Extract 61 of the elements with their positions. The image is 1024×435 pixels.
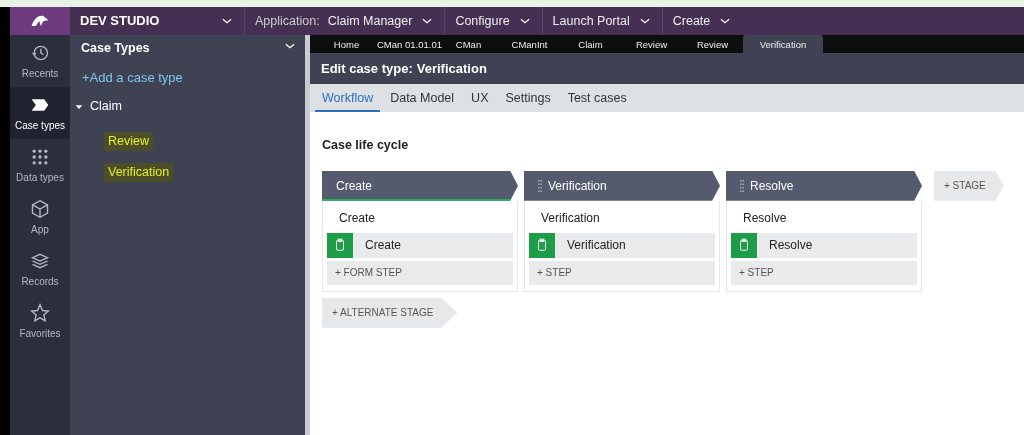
tab[interactable]: Workflow	[315, 84, 381, 112]
tree-item[interactable]: Verification	[104, 162, 174, 182]
stage-name: Resolve	[750, 177, 794, 195]
tab[interactable]: UX	[464, 84, 496, 112]
tab[interactable]: Settings	[498, 84, 558, 112]
studio-title: DEV STUDIO	[80, 12, 160, 31]
step-name: Verification	[567, 237, 626, 255]
add-step-button[interactable]: + STEP	[529, 260, 715, 285]
stage-header[interactable]: Resolve	[726, 170, 922, 201]
document-tab[interactable]: CManInt	[499, 35, 560, 53]
nav-item[interactable]: Data types	[10, 139, 70, 191]
step-name: Resolve	[769, 237, 813, 255]
menu-label: Create	[672, 12, 711, 30]
clipboard-icon	[737, 238, 751, 253]
step-row[interactable]: Create	[327, 232, 513, 258]
tree-item[interactable]: Claim	[90, 97, 122, 116]
clock-icon	[29, 43, 51, 63]
menu-label: Application:	[255, 12, 320, 30]
drag-handle-icon	[538, 179, 542, 192]
menu-value: Claim Manager	[327, 12, 413, 30]
header-menu[interactable]: Create	[662, 7, 743, 35]
menu-label: Launch Portal	[552, 12, 630, 30]
cube-icon	[29, 199, 51, 219]
document-tab[interactable]: Review	[682, 35, 743, 53]
add-step-button[interactable]: + STEP	[731, 260, 917, 285]
menu-label: Configure	[455, 12, 510, 30]
stage-header[interactable]: Create	[322, 170, 518, 201]
panel-title: Case Types	[81, 40, 150, 57]
nav-item[interactable]: Favorites	[10, 295, 70, 347]
step-name: Create	[365, 237, 402, 255]
section-title: Case life cycle	[322, 137, 410, 154]
stage-header[interactable]: Verification	[524, 170, 720, 201]
tab[interactable]: Test cases	[560, 84, 634, 112]
process-name: Resolve	[742, 209, 788, 227]
drag-handle-icon	[740, 179, 744, 192]
star-icon	[29, 303, 51, 323]
document-tab[interactable]: Claim	[560, 35, 621, 53]
document-tab[interactable]: Review	[621, 35, 682, 53]
process-name: Create	[338, 209, 377, 227]
step-row[interactable]: Resolve	[731, 232, 917, 258]
add-stage-button[interactable]: + STAGE	[934, 170, 1004, 201]
document-tab[interactable]: Verification	[743, 35, 823, 53]
page-title-label: Edit case type:	[321, 59, 413, 78]
document-tab[interactable]: Home	[316, 35, 377, 53]
clipboard-icon	[333, 238, 347, 253]
tab[interactable]: Data Model	[383, 84, 462, 112]
stage-name: Verification	[548, 177, 607, 195]
step-row[interactable]: Verification	[529, 232, 715, 258]
nav-item[interactable]: Records	[10, 243, 70, 295]
nav-item[interactable]: Case types	[10, 87, 70, 139]
add-case-type-link[interactable]: +Add a case type	[70, 57, 183, 88]
process-name: Verification	[540, 209, 601, 227]
tree-item[interactable]: Review	[104, 132, 153, 151]
add-alternate-stage-button[interactable]: + ALTERNATE STAGE	[322, 297, 458, 328]
clipboard-icon	[535, 238, 549, 253]
page-title: Verification	[416, 59, 487, 78]
nav-item[interactable]: Recents	[10, 35, 70, 87]
nav-item[interactable]: App	[10, 191, 70, 243]
stage-name: Create	[336, 177, 373, 195]
add-step-button[interactable]: + FORM STEP	[327, 260, 513, 285]
layers-icon	[29, 251, 51, 271]
